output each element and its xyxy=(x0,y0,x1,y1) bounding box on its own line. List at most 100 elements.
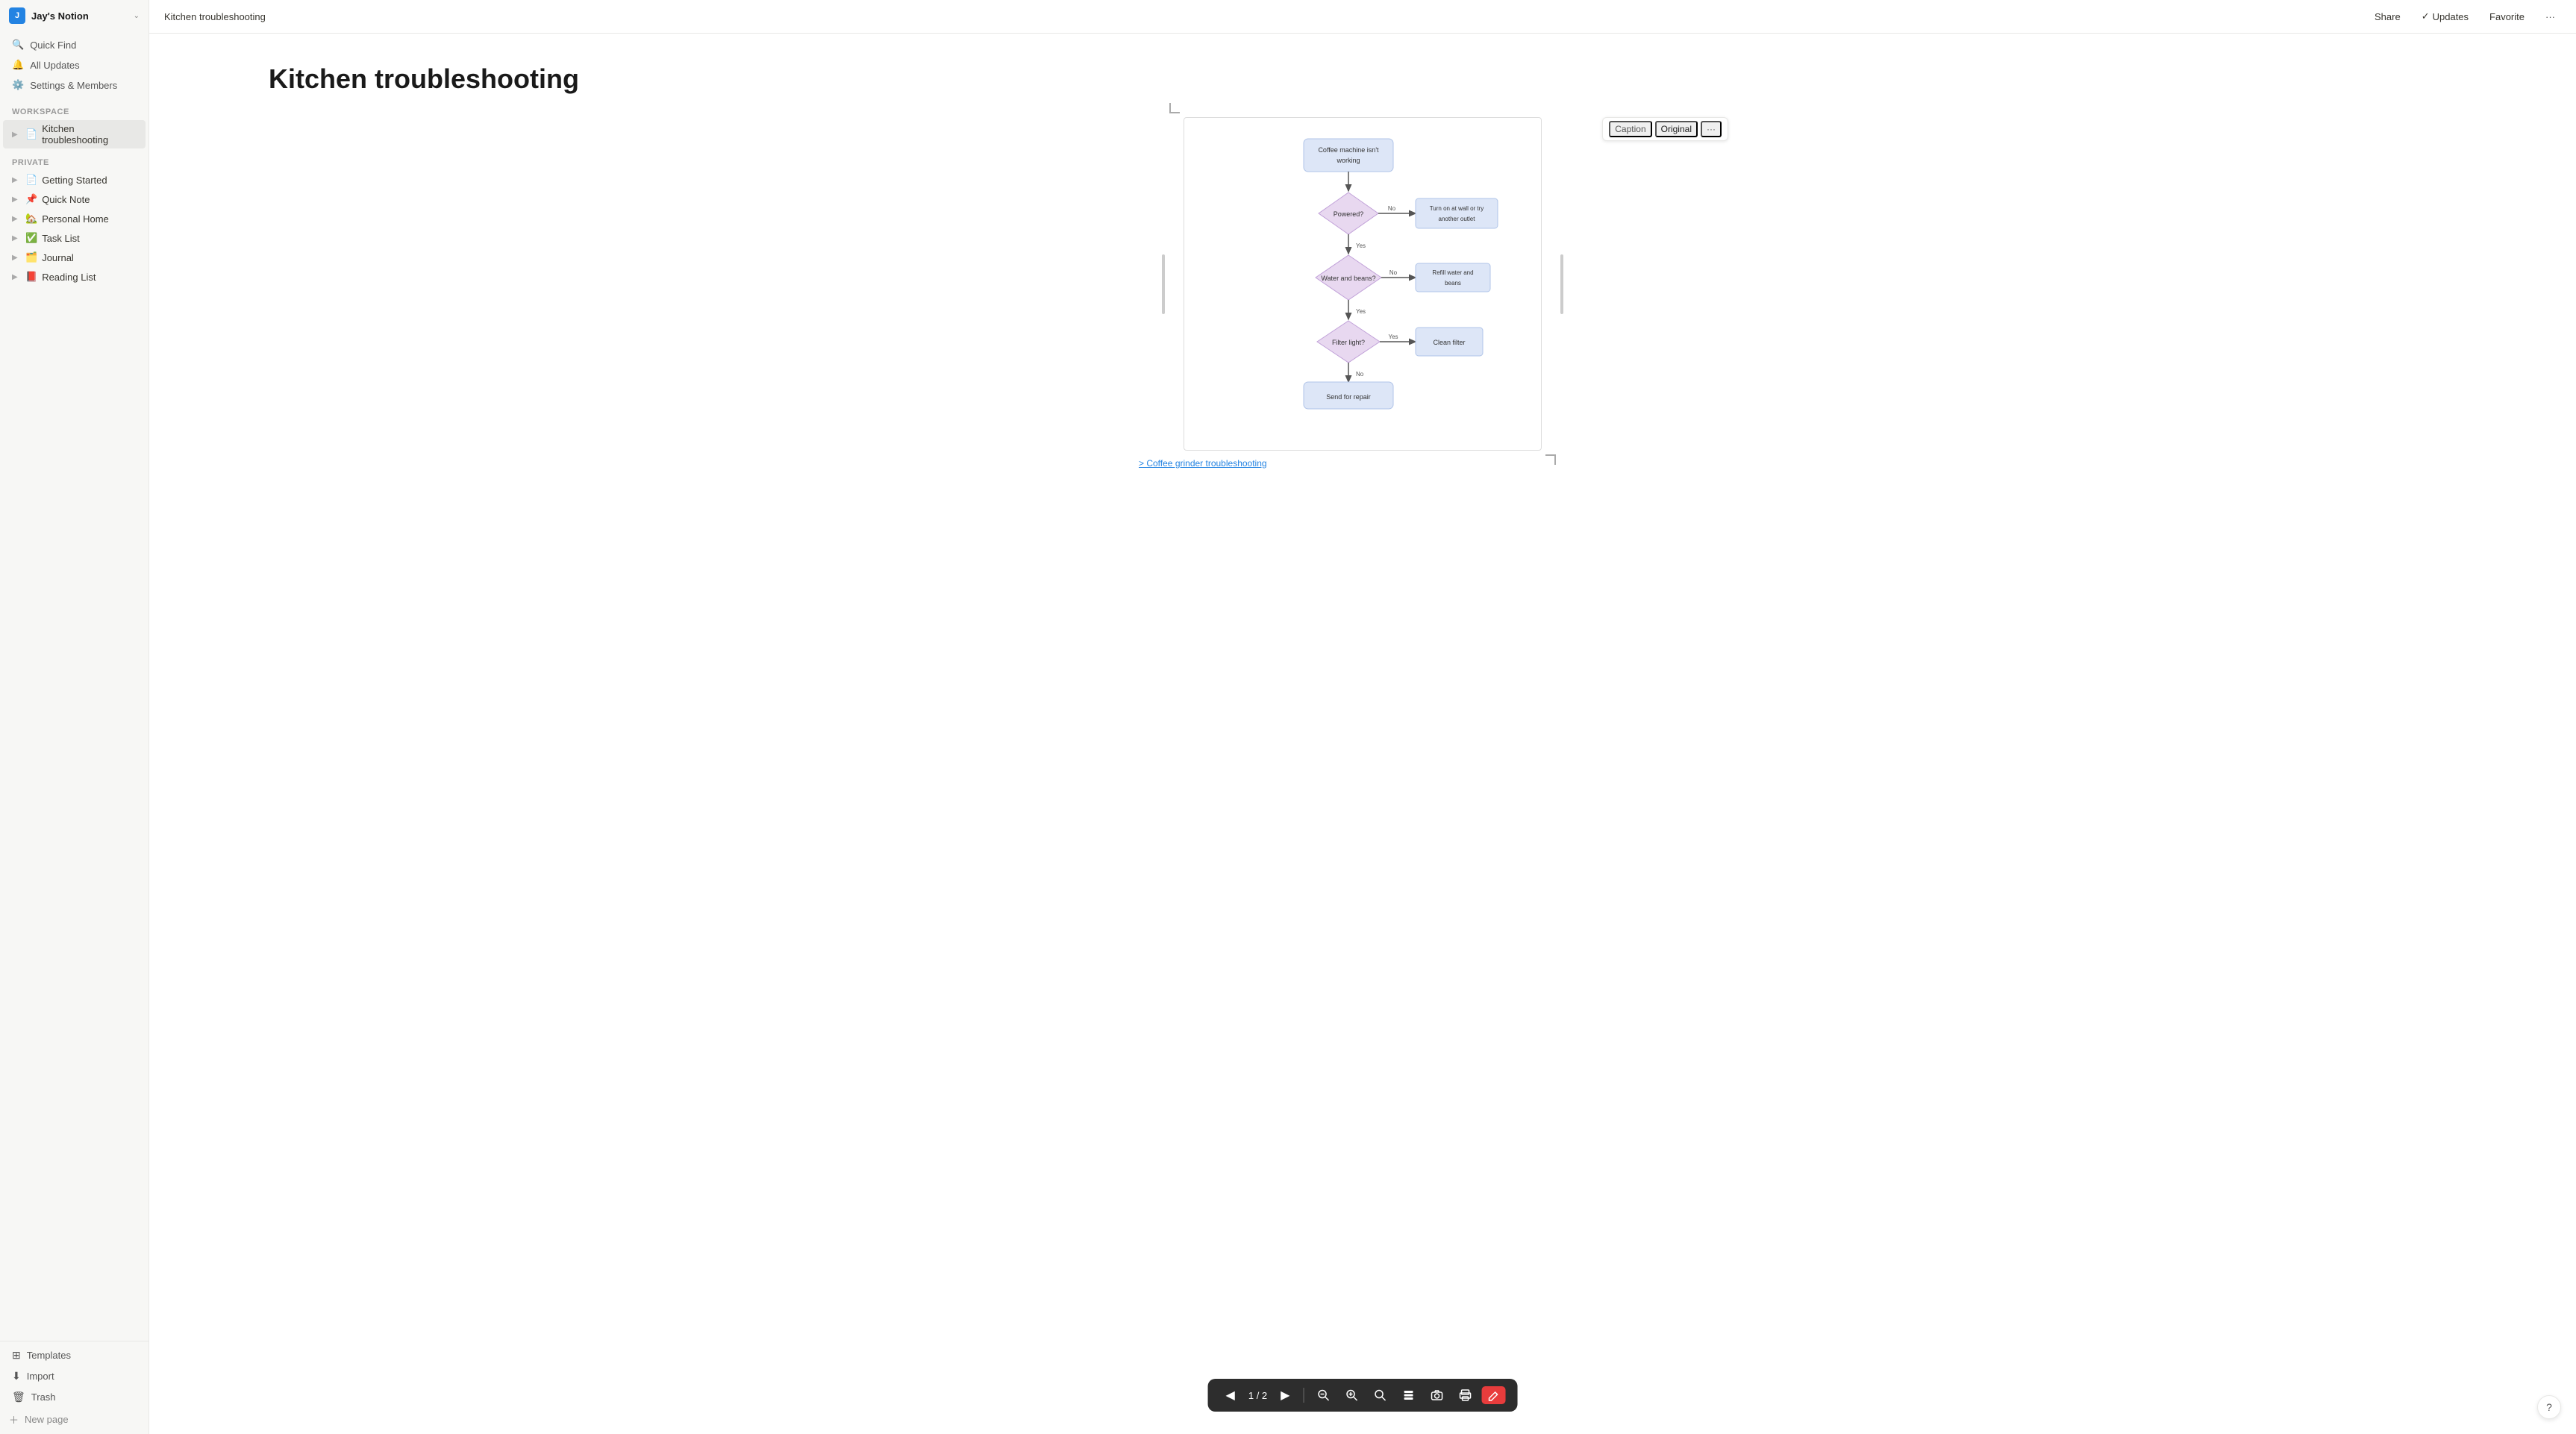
updates-button[interactable]: ✓ Updates xyxy=(2416,7,2475,25)
edit-button[interactable] xyxy=(1481,1386,1505,1404)
resize-handle-right[interactable] xyxy=(1560,254,1563,314)
share-button[interactable]: Share xyxy=(2369,8,2407,25)
page-label: Quick Note xyxy=(42,194,90,205)
page-breadcrumb: Kitchen troubleshooting xyxy=(164,11,2360,22)
sidebar-bottom: ⊞ Templates ⬇ Import 🗑 Trash ＋ New page xyxy=(0,1341,149,1434)
templates-icon: ⊞ xyxy=(12,1349,21,1362)
plus-icon: ＋ xyxy=(9,1412,19,1427)
caption-button[interactable]: Caption xyxy=(1609,121,1651,137)
svg-text:Turn on at wall or try: Turn on at wall or try xyxy=(1430,205,1484,212)
page-icon: ✅ xyxy=(25,232,37,244)
flowchart-wrapper: Coffee machine isn't working Powered? No… xyxy=(1184,117,1542,451)
new-page-button[interactable]: ＋ New page xyxy=(0,1408,149,1431)
bottom-toolbar: ◀ 1 / 2 ▶ xyxy=(1208,1379,1518,1412)
chevron-down-icon: ⌄ xyxy=(134,12,140,20)
page-icon: 📄 xyxy=(25,174,37,186)
svg-text:Coffee machine isn't: Coffee machine isn't xyxy=(1318,146,1379,154)
expand-arrow-icon: ▶ xyxy=(12,131,21,139)
sidebar-item-all-updates[interactable]: 🔔 All Updates xyxy=(3,55,146,75)
coffee-grinder-link[interactable]: > Coffee grinder troubleshooting xyxy=(1139,458,1267,469)
svg-text:another outlet: another outlet xyxy=(1439,216,1476,222)
page-icon: 📕 xyxy=(25,271,37,283)
svg-text:Yes: Yes xyxy=(1356,308,1366,315)
all-updates-label: All Updates xyxy=(30,60,79,71)
page-label: Task List xyxy=(42,233,80,244)
diagram-more-button[interactable]: ··· xyxy=(1701,121,1722,137)
zoom-out-button[interactable] xyxy=(1311,1386,1335,1404)
private-section-label: PRIVATE xyxy=(0,149,149,170)
page-icon: 📄 xyxy=(25,128,37,140)
svg-text:Send for repair: Send for repair xyxy=(1326,393,1371,401)
favorite-button[interactable]: Favorite xyxy=(2483,8,2530,25)
expand-arrow-icon: ▶ xyxy=(12,176,21,184)
flowchart-svg: Coffee machine isn't working Powered? No… xyxy=(1199,133,1528,431)
gear-icon: ⚙️ xyxy=(12,79,24,91)
new-page-label: New page xyxy=(25,1414,69,1425)
svg-text:No: No xyxy=(1389,269,1398,276)
topbar-actions: Share ✓ Updates Favorite ··· xyxy=(2369,7,2561,25)
workspace-header[interactable]: J Jay's Notion ⌄ xyxy=(0,0,149,31)
resize-handle-left[interactable] xyxy=(1162,254,1165,314)
expand-arrow-icon: ▶ xyxy=(12,254,21,262)
svg-text:working: working xyxy=(1336,157,1360,164)
diagram-container: Caption Original ··· Coffee machine isn'… xyxy=(1101,117,1624,469)
print-button[interactable] xyxy=(1453,1386,1477,1404)
workspace-avatar: J xyxy=(9,7,25,24)
page-icon: 🏡 xyxy=(25,213,37,225)
layers-button[interactable] xyxy=(1396,1386,1420,1404)
import-label: Import xyxy=(27,1371,54,1382)
import-icon: ⬇ xyxy=(12,1370,21,1383)
sidebar-page-quick-note[interactable]: ▶ 📌 Quick Note xyxy=(3,190,146,208)
sidebar-item-import[interactable]: ⬇ Import xyxy=(3,1366,146,1386)
workspace-section-label: WORKSPACE xyxy=(0,98,149,119)
sidebar-item-quick-find[interactable]: 🔍 Quick Find xyxy=(3,35,146,54)
svg-text:Filter light?: Filter light? xyxy=(1332,339,1365,346)
svg-text:Clean filter: Clean filter xyxy=(1433,339,1465,346)
sidebar-page-journal[interactable]: ▶ 🗂️ Journal xyxy=(3,248,146,266)
page-icon: 🗂️ xyxy=(25,251,37,263)
sidebar-page-task-list[interactable]: ▶ ✅ Task List xyxy=(3,229,146,247)
svg-text:Yes: Yes xyxy=(1356,242,1366,249)
svg-text:No: No xyxy=(1356,371,1364,378)
svg-text:beans: beans xyxy=(1445,280,1461,287)
prev-page-button[interactable]: ◀ xyxy=(1220,1385,1241,1406)
topbar: Kitchen troubleshooting Share ✓ Updates … xyxy=(149,0,2576,34)
trash-label: Trash xyxy=(31,1391,56,1403)
settings-label: Settings & Members xyxy=(30,80,117,91)
page-icon: 📌 xyxy=(25,193,37,205)
sidebar-item-trash[interactable]: 🗑 Trash xyxy=(3,1387,146,1407)
bell-icon: 🔔 xyxy=(12,59,24,71)
svg-text:Powered?: Powered? xyxy=(1334,210,1364,218)
search-button[interactable] xyxy=(1368,1386,1392,1404)
search-icon: 🔍 xyxy=(12,39,24,51)
expand-arrow-icon: ▶ xyxy=(12,195,21,204)
svg-text:Refill water and: Refill water and xyxy=(1432,269,1473,276)
page-label: Kitchen troubleshooting xyxy=(42,123,140,145)
svg-text:Yes: Yes xyxy=(1388,334,1398,340)
more-options-button[interactable]: ··· xyxy=(2539,8,2561,25)
main-area: Kitchen troubleshooting Share ✓ Updates … xyxy=(149,0,2576,1434)
sidebar-page-reading-list[interactable]: ▶ 📕 Reading List xyxy=(3,268,146,286)
sidebar-page-personal-home[interactable]: ▶ 🏡 Personal Home xyxy=(3,210,146,228)
page-label: Reading List xyxy=(42,272,96,283)
expand-arrow-icon: ▶ xyxy=(12,234,21,242)
page-title: Kitchen troubleshooting xyxy=(269,63,579,95)
toolbar-divider-1 xyxy=(1303,1388,1304,1403)
trash-icon: 🗑 xyxy=(12,1391,25,1403)
checkmark-icon: ✓ xyxy=(2422,10,2430,22)
sidebar-page-getting-started[interactable]: ▶ 📄 Getting Started xyxy=(3,171,146,189)
camera-button[interactable] xyxy=(1425,1386,1448,1404)
next-page-button[interactable]: ▶ xyxy=(1275,1385,1295,1406)
help-button[interactable]: ? xyxy=(2537,1395,2561,1419)
svg-text:No: No xyxy=(1388,205,1396,212)
zoom-in-button[interactable] xyxy=(1339,1386,1363,1404)
sidebar-page-kitchen-troubleshooting[interactable]: ▶ 📄 Kitchen troubleshooting xyxy=(3,120,146,148)
templates-label: Templates xyxy=(27,1350,71,1361)
original-button[interactable]: Original xyxy=(1655,121,1698,137)
page-label: Journal xyxy=(42,252,74,263)
svg-text:Water and beans?: Water and beans? xyxy=(1321,275,1375,282)
diagram-toolbar-overlay: Caption Original ··· xyxy=(1602,117,1728,141)
expand-arrow-icon: ▶ xyxy=(12,273,21,281)
sidebar-item-settings[interactable]: ⚙️ Settings & Members xyxy=(3,75,146,95)
sidebar-item-templates[interactable]: ⊞ Templates xyxy=(3,1345,146,1365)
